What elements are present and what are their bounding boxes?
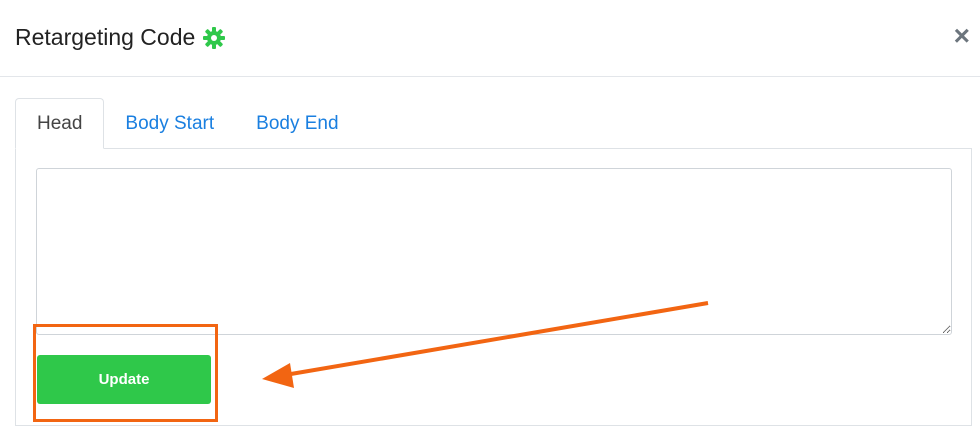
modal-title: Retargeting Code [15,24,196,50]
retargeting-code-modal: Retargeting Code × Head Body Start Body … [0,0,980,437]
tab-body-start[interactable]: Body Start [104,98,235,149]
modal-title-group: Retargeting Code [15,24,226,51]
code-textarea[interactable] [36,168,952,335]
tab-body-end[interactable]: Body End [235,98,359,149]
tab-head[interactable]: Head [15,98,105,149]
gear-icon [203,26,226,49]
code-tabs: Head Body Start Body End [15,98,360,149]
close-icon[interactable]: × [954,22,970,50]
annotation-highlight-box [33,324,218,422]
modal-header: Retargeting Code × [0,0,980,77]
